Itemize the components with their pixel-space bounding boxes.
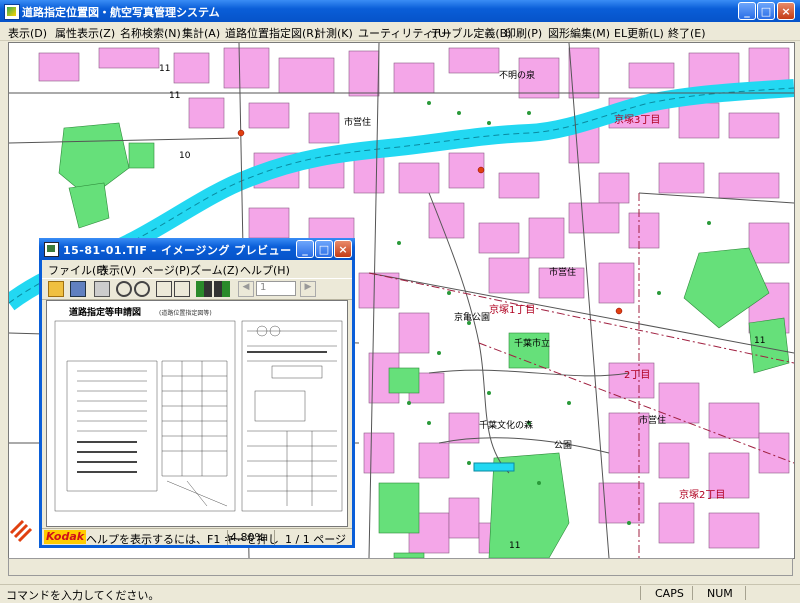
status-bar: コマンドを入力してください。 CAPS NUM bbox=[0, 584, 800, 602]
document-preview[interactable]: 道路指定等申請図 (道路位置指定図等) bbox=[46, 300, 348, 527]
menu-measure[interactable]: 計測(K) bbox=[315, 25, 353, 41]
menu-road-map[interactable]: 道路位置指定図(R) bbox=[225, 25, 318, 41]
kodak-logo: Kodak bbox=[44, 530, 87, 544]
command-input-bar[interactable] bbox=[8, 558, 793, 576]
fit-width-icon[interactable] bbox=[174, 281, 190, 297]
preview-title-bar[interactable]: 15-81-01.TIF - イメージング プレビュー _ □ × bbox=[39, 238, 355, 260]
zoom-out-icon[interactable] bbox=[134, 281, 150, 297]
close-button[interactable]: × bbox=[777, 2, 795, 20]
svg-text:2丁目: 2丁目 bbox=[624, 370, 650, 381]
svg-text:千葉市立: 千葉市立 bbox=[514, 337, 550, 349]
menu-aggregate[interactable]: 集計(A) bbox=[182, 25, 220, 41]
tif-file-icon[interactable] bbox=[44, 242, 59, 257]
svg-text:11: 11 bbox=[159, 64, 170, 74]
preview-menu-help[interactable]: ヘルプ(H) bbox=[240, 262, 290, 278]
menu-bar: 表示(D) 属性表示(Z) 名称検索(N) 集計(A) 道路位置指定図(R) 計… bbox=[0, 22, 800, 41]
svg-text:京塚1丁目: 京塚1丁目 bbox=[489, 303, 535, 316]
open-folder-icon[interactable] bbox=[48, 281, 64, 297]
svg-text:市営住: 市営住 bbox=[344, 116, 371, 128]
minimize-button[interactable]: _ bbox=[738, 2, 756, 20]
app-title: 道路指定位置図・航空写真管理システム bbox=[22, 6, 220, 19]
prev-page-icon[interactable]: ◀ bbox=[238, 281, 254, 297]
preview-minimize-button[interactable]: _ bbox=[296, 240, 314, 258]
menu-shape-edit[interactable]: 図形編集(M) bbox=[548, 25, 610, 41]
page-number-field[interactable]: 1 bbox=[256, 281, 296, 296]
status-divider bbox=[745, 586, 746, 600]
print-icon[interactable] bbox=[94, 281, 110, 297]
menu-exit[interactable]: 終了(E) bbox=[668, 25, 706, 41]
preview-maximize-button[interactable]: □ bbox=[315, 240, 333, 258]
status-divider bbox=[692, 586, 693, 600]
preview-status-bar: Kodak ヘルプを表示するには、F1 キーを押し 4.80% 1 / 1 ペー… bbox=[42, 528, 352, 546]
command-prompt-text: コマンドを入力してください。 bbox=[6, 589, 160, 602]
preview-close-button[interactable]: × bbox=[334, 240, 352, 258]
fit-page-icon[interactable] bbox=[156, 281, 172, 297]
svg-text:公園: 公園 bbox=[554, 440, 572, 451]
svg-text:不明の泉: 不明の泉 bbox=[499, 69, 535, 81]
maximize-button[interactable]: □ bbox=[757, 2, 775, 20]
preview-menu-view[interactable]: 表示(V) bbox=[98, 262, 136, 278]
svg-text:京塚2丁目: 京塚2丁目 bbox=[679, 488, 725, 501]
preview-menu-page[interactable]: ページ(P) bbox=[142, 262, 190, 278]
svg-text:(道路位置指定図等): (道路位置指定図等) bbox=[159, 309, 212, 317]
preview-menu-zoom[interactable]: ズーム(Z) bbox=[190, 262, 239, 278]
menu-attributes[interactable]: 属性表示(Z) bbox=[55, 25, 115, 41]
zoom-level: 4.80% bbox=[230, 531, 265, 544]
status-divider bbox=[640, 586, 641, 600]
svg-text:千葉文化の森: 千葉文化の森 bbox=[479, 419, 533, 431]
status-divider bbox=[274, 530, 275, 545]
bottom-left-marker bbox=[9, 519, 33, 543]
preview-menu-bar: ファイル(F) 表示(V) ページ(P) ズーム(Z) ヘルプ(H) bbox=[42, 260, 352, 278]
page-indicator: 1 / 1 ページ bbox=[285, 533, 346, 546]
document-drawing: 道路指定等申請図 (道路位置指定図等) bbox=[54, 306, 343, 512]
svg-text:道路指定等申請図: 道路指定等申請図 bbox=[69, 306, 141, 318]
num-lock-indicator: NUM bbox=[707, 587, 733, 600]
svg-text:京塚3丁目: 京塚3丁目 bbox=[614, 113, 660, 126]
preview-toolbar: ◀ 1 ▶ bbox=[42, 278, 352, 300]
zoom-in-icon[interactable] bbox=[116, 281, 132, 297]
image-icon[interactable] bbox=[70, 281, 86, 297]
svg-text:10: 10 bbox=[179, 151, 191, 161]
menu-el-update[interactable]: EL更新(L) bbox=[614, 25, 664, 41]
rotate-left-icon[interactable] bbox=[196, 281, 212, 297]
svg-text:市営住: 市営住 bbox=[639, 414, 666, 426]
svg-text:11: 11 bbox=[509, 541, 520, 551]
next-page-icon[interactable]: ▶ bbox=[300, 281, 316, 297]
rotate-right-icon[interactable] bbox=[214, 281, 230, 297]
svg-text:11: 11 bbox=[169, 91, 180, 101]
menu-table-def[interactable]: テーブル定義(B) bbox=[430, 25, 511, 41]
pond bbox=[473, 462, 515, 472]
status-divider bbox=[227, 530, 228, 545]
menu-display[interactable]: 表示(D) bbox=[8, 25, 47, 41]
main-title-bar: 道路指定位置図・航空写真管理システム _ □ × bbox=[0, 0, 800, 22]
preview-title: 15-81-01.TIF - イメージング プレビュー bbox=[63, 244, 292, 257]
menu-print[interactable]: 印刷(P) bbox=[505, 25, 542, 41]
svg-text:11: 11 bbox=[754, 336, 765, 346]
caps-lock-indicator: CAPS bbox=[655, 587, 684, 600]
imaging-preview-window[interactable]: 15-81-01.TIF - イメージング プレビュー _ □ × ファイル(F… bbox=[39, 238, 355, 548]
svg-text:市営住: 市営住 bbox=[549, 266, 576, 278]
menu-name-search[interactable]: 名称検索(N) bbox=[120, 25, 181, 41]
app-icon[interactable] bbox=[4, 4, 20, 20]
svg-text:京亀公園: 京亀公園 bbox=[454, 311, 490, 323]
